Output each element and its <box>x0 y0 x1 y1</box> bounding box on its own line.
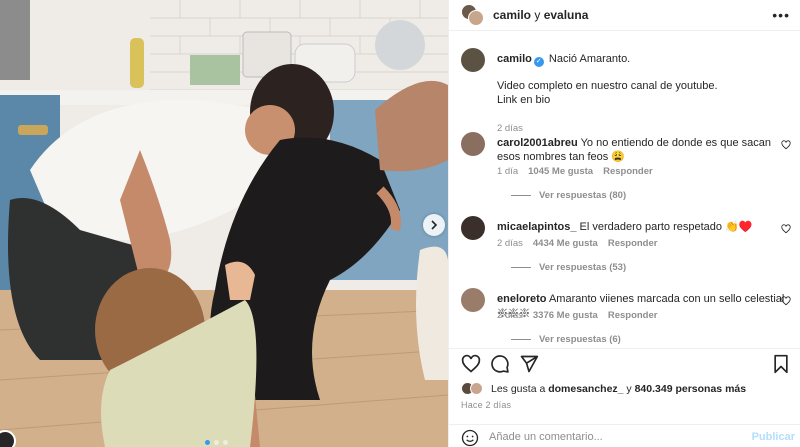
carousel-dot[interactable] <box>223 440 228 445</box>
avatar[interactable] <box>461 48 485 72</box>
comment-likes-count[interactable]: 1045 Me gusta <box>528 166 593 177</box>
post-photo[interactable] <box>0 0 448 447</box>
caption: camilo ✓ Nació Amaranto. Video completo e… <box>461 48 791 138</box>
likers-avatars[interactable] <box>461 382 485 396</box>
comment-like-heart-icon[interactable] <box>781 140 791 150</box>
view-replies-label: Ver respuestas (6) <box>539 334 621 345</box>
likes-count[interactable]: 840.349 personas más <box>635 383 747 395</box>
reply-button[interactable]: Responder <box>608 310 658 321</box>
comment-text: carol2001abreu Yo no entiendo de donde e… <box>497 136 787 164</box>
avatar <box>470 382 483 395</box>
comment-time[interactable]: 2 días <box>497 310 523 321</box>
caption-line-2: Video completo en nuestro canal de youtu… <box>497 80 718 92</box>
comment-icon[interactable] <box>490 354 510 374</box>
likes-prefix: Les gusta a <box>491 383 546 395</box>
likes-summary: Les gusta a domesanchez_ y 840.349 perso… <box>461 382 746 396</box>
comment-body: El verdadero parto respetado 👏♥️ <box>579 221 753 233</box>
reply-button[interactable]: Responder <box>603 166 653 177</box>
reply-button[interactable]: Responder <box>608 238 658 249</box>
caption-line-3: Link en bio <box>497 94 551 106</box>
verified-badge-icon: ✓ <box>533 57 544 67</box>
comment-text: micaelapintos_ El verdadero parto respet… <box>497 220 787 234</box>
comment-username[interactable]: eneloreto <box>497 293 547 305</box>
comment-likes-count[interactable]: 4434 Me gusta <box>533 238 598 249</box>
post-actions-bar <box>449 348 800 378</box>
header-username-evaluna[interactable]: evaluna <box>544 8 589 22</box>
publish-button[interactable]: Publicar <box>752 431 795 443</box>
comment-meta: 2 días 4434 Me gusta Responder <box>497 238 657 249</box>
divider <box>511 267 531 268</box>
carousel-dots <box>205 440 228 445</box>
instagram-post: camilo y evaluna ••• camilo ✓ Nació Amara… <box>0 0 800 447</box>
comment-input[interactable] <box>489 429 739 445</box>
chevron-right-icon <box>431 220 438 230</box>
add-comment-bar: Publicar <box>449 424 800 447</box>
post-header-title: camilo y evaluna <box>493 8 588 22</box>
avatar[interactable] <box>461 288 485 312</box>
avatar[interactable] <box>461 216 485 240</box>
post-side-panel: camilo y evaluna ••• camilo ✓ Nació Amara… <box>448 0 800 447</box>
view-replies-label: Ver respuestas (53) <box>539 262 627 273</box>
likes-middle: y <box>626 383 632 395</box>
comment-username[interactable]: micaelapintos_ <box>497 221 576 233</box>
caption-username[interactable]: camilo <box>497 53 532 65</box>
comment-time[interactable]: 1 día <box>497 166 518 177</box>
carousel-next-button[interactable] <box>423 214 445 236</box>
header-username-camilo[interactable]: camilo <box>493 8 531 22</box>
comment-item: eneloreto Amaranto viienes marcada con u… <box>461 288 791 347</box>
bookmark-icon[interactable] <box>771 354 791 374</box>
view-replies-label: Ver respuestas (80) <box>539 190 627 201</box>
view-replies-button[interactable]: Ver respuestas (6) <box>511 334 621 345</box>
kitchen-scene-image <box>0 0 448 447</box>
carousel-dot[interactable] <box>214 440 219 445</box>
comment-like-heart-icon[interactable] <box>781 296 791 306</box>
caption-line-1: Nació Amaranto. <box>548 53 631 65</box>
comment-item: micaelapintos_ El verdadero parto respet… <box>461 216 791 286</box>
divider <box>511 339 531 340</box>
like-heart-icon[interactable] <box>461 354 481 374</box>
comment-likes-count[interactable]: 3376 Me gusta <box>533 310 598 321</box>
more-options-icon[interactable]: ••• <box>772 8 790 22</box>
comment-time[interactable]: 2 días <box>497 238 523 249</box>
share-icon[interactable] <box>519 354 539 374</box>
divider <box>511 195 531 196</box>
comment-item: carol2001abreu Yo no entiendo de donde e… <box>461 132 791 202</box>
comment-like-heart-icon[interactable] <box>781 224 791 234</box>
caption-text: camilo ✓ Nació Amaranto. Video completo e… <box>497 52 787 107</box>
collab-avatars[interactable] <box>461 4 485 26</box>
comment-meta: 1 día 1045 Me gusta Responder <box>497 166 653 177</box>
avatar <box>468 10 484 26</box>
post-header: camilo y evaluna ••• <box>449 0 800 31</box>
comment-meta: 2 días 3376 Me gusta Responder <box>497 310 657 321</box>
header-separator: y <box>534 8 541 22</box>
emoji-icon[interactable] <box>461 429 479 447</box>
liker-username[interactable]: domesanchez_ <box>548 383 623 395</box>
carousel-dot[interactable] <box>205 440 210 445</box>
post-timestamp[interactable]: Hace 2 días <box>461 400 511 410</box>
comments-list[interactable]: camilo ✓ Nació Amaranto. Video completo e… <box>449 32 800 347</box>
avatar[interactable] <box>461 132 485 156</box>
view-replies-button[interactable]: Ver respuestas (53) <box>511 262 626 273</box>
comment-username[interactable]: carol2001abreu <box>497 137 578 149</box>
view-replies-button[interactable]: Ver respuestas (80) <box>511 190 626 201</box>
